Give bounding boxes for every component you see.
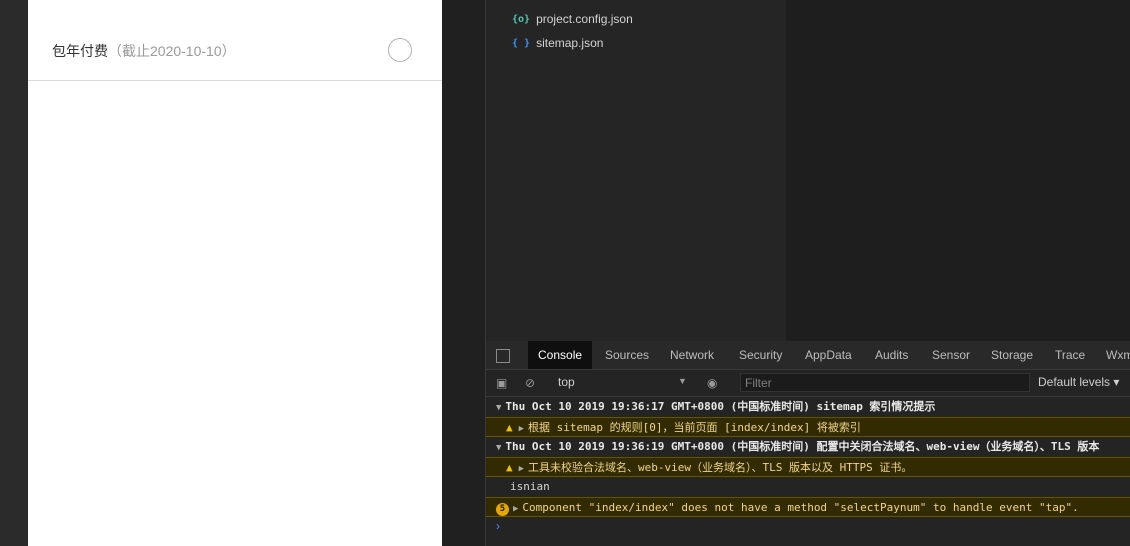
devtools-panel: Console Sources Network Security AppData… bbox=[485, 341, 1130, 546]
pay-option-title: 包年付费 bbox=[52, 43, 108, 59]
console-toolbar: ▣ ⊘ top ▼ ◉ Filter Default levels ▾ bbox=[486, 370, 1130, 397]
tab-console[interactable]: Console bbox=[528, 341, 593, 369]
tab-sources[interactable]: Sources bbox=[595, 341, 659, 369]
console-prompt[interactable]: › bbox=[496, 519, 500, 533]
repeat-count-badge: 5 bbox=[496, 503, 509, 516]
pay-option-row[interactable]: 包年付费（截止2020-10-10） bbox=[28, 0, 442, 81]
sidebar-toggle-icon[interactable]: ▣ bbox=[496, 376, 507, 390]
inspect-element-icon[interactable] bbox=[496, 349, 510, 363]
log-text: isnian bbox=[510, 480, 550, 493]
console-warn-row[interactable]: ▲ ▶ 工具未校验合法域名、web-view（业务域名）、TLS 版本以及 HTTP… bbox=[486, 457, 1130, 477]
default-levels-select[interactable]: Default levels ▾ bbox=[1038, 375, 1119, 389]
tab-appdata[interactable]: AppData bbox=[795, 341, 862, 369]
tab-network[interactable]: Network bbox=[660, 341, 724, 369]
file-name: project.config.json bbox=[536, 12, 633, 26]
console-log-row: isnian bbox=[486, 477, 1130, 497]
log-text: Component "index/index" does not have a … bbox=[522, 501, 1079, 514]
log-text: 根据 sitemap 的规则[0]，当前页面 [index/index] 将被索… bbox=[528, 421, 861, 434]
console-group-row[interactable]: ▼ Thu Oct 10 2019 19:36:17 GMT+0800 (中国标准… bbox=[486, 397, 1130, 417]
expand-triangle-icon[interactable]: ▶ bbox=[513, 504, 518, 514]
eye-icon[interactable]: ◉ bbox=[707, 376, 717, 390]
console-warn-row[interactable]: ▲ ▶ 根据 sitemap 的规则[0]，当前页面 [index/index] 将… bbox=[486, 417, 1130, 437]
file-item-project-config[interactable]: {o} project.config.json bbox=[512, 12, 633, 26]
chevron-down-icon[interactable]: ▼ bbox=[678, 376, 687, 386]
editor-pane bbox=[786, 0, 1130, 341]
expand-triangle-icon[interactable]: ▼ bbox=[496, 443, 501, 453]
log-text: Thu Oct 10 2019 19:36:17 GMT+0800 (中国标准时… bbox=[505, 400, 936, 413]
pay-option-deadline: （截止2020-10-10） bbox=[108, 43, 236, 59]
log-text: Thu Oct 10 2019 19:36:19 GMT+0800 (中国标准时… bbox=[505, 440, 1100, 453]
divider-gap bbox=[442, 0, 485, 546]
default-levels-label: Default levels bbox=[1038, 375, 1111, 389]
console-warn-row[interactable]: 5 ▶ Component "index/index" does not have … bbox=[486, 497, 1130, 517]
file-tree: {o} project.config.json { } sitemap.json bbox=[485, 0, 787, 341]
log-text: 工具未校验合法域名、web-view（业务域名）、TLS 版本以及 HTTPS … bbox=[528, 461, 913, 474]
json-file-icon: { } bbox=[512, 37, 531, 49]
pay-option-label: 包年付费（截止2020-10-10） bbox=[52, 41, 236, 61]
warning-icon: ▲ bbox=[506, 461, 513, 474]
clear-console-icon[interactable]: ⊘ bbox=[525, 376, 535, 390]
tab-trace[interactable]: Trace bbox=[1045, 341, 1095, 369]
tab-sensor[interactable]: Sensor bbox=[922, 341, 980, 369]
file-item-sitemap[interactable]: { } sitemap.json bbox=[512, 36, 603, 50]
expand-triangle-icon[interactable]: ▶ bbox=[519, 424, 524, 434]
tab-security[interactable]: Security bbox=[729, 341, 792, 369]
left-gutter bbox=[0, 0, 28, 546]
file-name: sitemap.json bbox=[536, 36, 604, 50]
context-select[interactable]: top bbox=[558, 375, 575, 389]
tab-audits[interactable]: Audits bbox=[865, 341, 918, 369]
warning-icon: ▲ bbox=[506, 421, 513, 434]
expand-triangle-icon[interactable]: ▶ bbox=[519, 464, 524, 474]
devtools-tabbar: Console Sources Network Security AppData… bbox=[486, 341, 1130, 370]
console-group-row[interactable]: ▼ Thu Oct 10 2019 19:36:19 GMT+0800 (中国标准… bbox=[486, 437, 1130, 457]
filter-input[interactable]: Filter bbox=[740, 373, 1030, 392]
json-config-icon: {o} bbox=[512, 13, 531, 25]
expand-triangle-icon[interactable]: ▼ bbox=[496, 403, 501, 413]
tab-storage[interactable]: Storage bbox=[981, 341, 1043, 369]
phone-simulator: 包年付费（截止2020-10-10） bbox=[28, 0, 442, 546]
pay-option-radio[interactable] bbox=[388, 38, 412, 62]
tab-wxml[interactable]: Wxm bbox=[1096, 341, 1130, 369]
